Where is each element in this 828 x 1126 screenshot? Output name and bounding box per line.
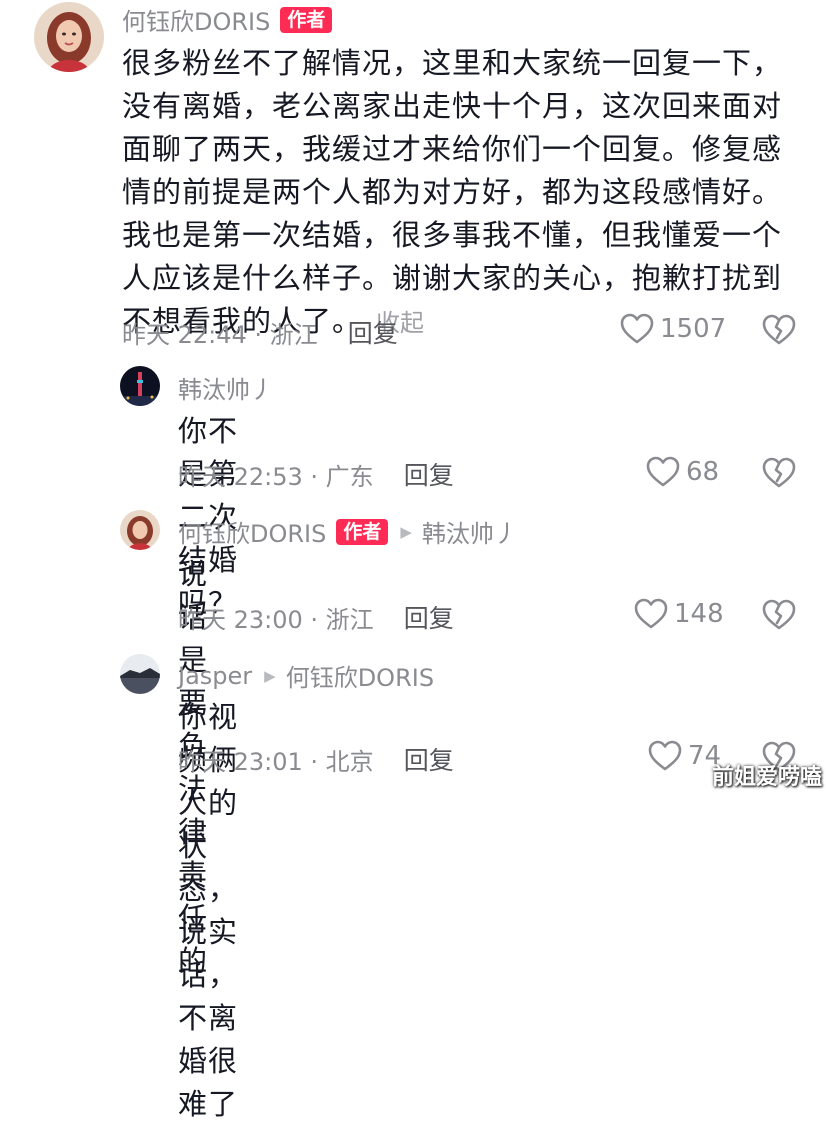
heart-outline-icon xyxy=(648,740,682,772)
watermark: 前姐爱唠嗑 xyxy=(711,765,822,790)
author-badge: 作者 xyxy=(336,518,389,545)
like-button[interactable]: 74 xyxy=(648,740,721,772)
heart-outline-icon xyxy=(646,456,680,488)
username[interactable]: Jasper xyxy=(178,662,252,690)
like-button[interactable]: 148 xyxy=(634,598,724,630)
comment-text: 很多粉丝不了解情况，这里和大家统一回复一下， 没有离婚，老公离家出走快十个月，这… xyxy=(122,42,812,345)
time-location: 昨天 23:01 · 北京 xyxy=(178,747,374,776)
heart-outline-icon xyxy=(634,598,668,630)
time-location: 昨天 22:53 · 广东 xyxy=(178,462,374,491)
username[interactable]: 韩汰帅丿 xyxy=(178,370,274,405)
reply-button[interactable]: 回复 xyxy=(404,456,454,492)
reply-to-username[interactable]: 韩汰帅丿 xyxy=(422,514,518,549)
like-count: 1507 xyxy=(660,314,727,344)
comment-text-line: 很多粉丝不了解情况，这里和大家统一回复一下， xyxy=(122,46,783,80)
reply-button[interactable]: 回复 xyxy=(404,741,454,777)
reply-to-username[interactable]: 何钰欣DORIS xyxy=(286,658,434,693)
like-button[interactable]: 68 xyxy=(646,456,719,488)
username[interactable]: 何钰欣DORIS xyxy=(178,514,326,549)
comment-text-line: 人应该是什么样子。谢谢大家的关心，抱歉打扰到 xyxy=(122,261,783,295)
heart-outline-icon xyxy=(620,313,654,345)
time-location: 昨天 22:44 · 浙江 xyxy=(122,320,318,349)
comment-text-line: 没有离婚，老公离家出走快十个月，这次回来面对 xyxy=(122,89,783,123)
broken-heart-icon[interactable] xyxy=(762,314,796,346)
broken-heart-icon[interactable] xyxy=(762,457,796,489)
broken-heart-icon[interactable] xyxy=(762,599,796,631)
comment-text-line: 我也是第一次结婚，很多事我不懂，但我懂爱一个 xyxy=(122,218,783,252)
reply-button[interactable]: 回复 xyxy=(404,599,454,635)
like-count: 148 xyxy=(674,599,724,629)
avatar[interactable] xyxy=(34,2,104,72)
reply-button[interactable]: 回复 xyxy=(348,314,398,350)
comment-text-line: 面聊了两天，我缓过才来给你们一个回复。修复感 xyxy=(122,132,783,166)
reply-arrow-icon: ▶ xyxy=(400,522,412,541)
reply-arrow-icon: ▶ xyxy=(264,666,276,685)
like-count: 68 xyxy=(686,457,720,487)
time-location: 昨天 23:00 · 浙江 xyxy=(178,605,374,634)
author-badge: 作者 xyxy=(280,6,333,33)
comment-text-line: 情的前提是两个人都为对方好，都为这段感情好。 xyxy=(122,175,783,209)
avatar[interactable] xyxy=(120,510,160,550)
like-button[interactable]: 1507 xyxy=(620,313,726,345)
avatar[interactable] xyxy=(120,654,160,694)
username[interactable]: 何钰欣DORIS xyxy=(122,2,270,37)
avatar[interactable] xyxy=(120,366,160,406)
